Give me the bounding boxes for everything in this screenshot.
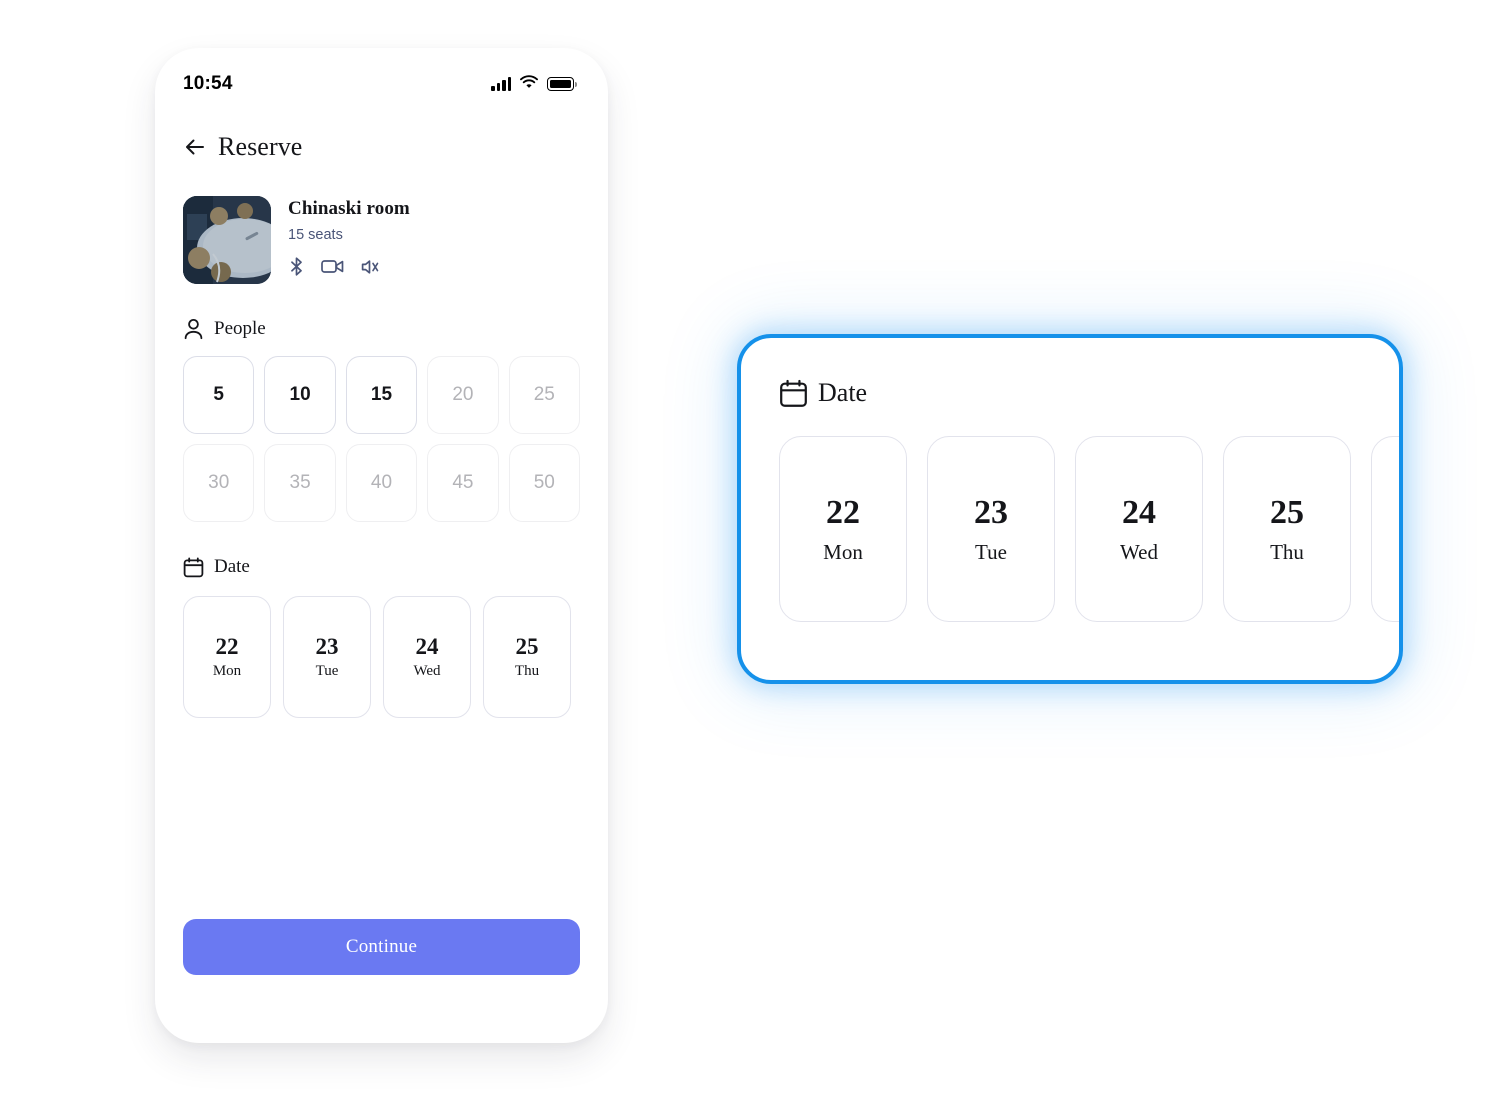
room-details: Chinaski room 15 seats	[288, 196, 410, 284]
date-card-weekday: Mon	[212, 663, 242, 679]
people-option-40: 40	[345, 444, 418, 522]
calendar-icon	[183, 557, 204, 578]
date-card-list: 22 Mon 23 Tue 24 Wed 25 Thu	[183, 596, 580, 718]
people-options-grid: 5 10 15 20 25 30 35 40 45 50	[183, 356, 580, 522]
callout-content: Date 22 Mon 23 Tue 24 Wed 25 Thu	[741, 338, 1399, 622]
battery-full-icon	[547, 77, 577, 91]
date-card-weekday: Mon	[823, 539, 863, 564]
date-card-daynum: 23	[315, 634, 339, 659]
screen-header: Reserve	[183, 132, 580, 162]
people-option-35: 35	[264, 444, 336, 522]
people-option-20: 20	[427, 356, 499, 434]
people-option-50: 50	[508, 444, 580, 522]
date-card-weekday: Tue	[975, 539, 1007, 564]
date-card-daynum: 24	[415, 634, 439, 659]
calendar-icon	[779, 379, 808, 408]
date-label: Date	[214, 556, 250, 577]
date-card-weekday: Wed	[1120, 539, 1158, 564]
callout-date-card-23[interactable]: 23 Tue	[927, 436, 1055, 622]
phone-screen-body: Reserve Chinaski room 15 seats People 5 …	[155, 132, 608, 718]
room-thumbnail	[183, 196, 271, 284]
date-section-label: Date	[183, 556, 580, 578]
callout-date-card-22[interactable]: 22 Mon	[779, 436, 907, 622]
people-option-30: 30	[183, 444, 255, 522]
date-card-23[interactable]: 23 Tue	[283, 596, 371, 718]
bluetooth-icon	[288, 257, 305, 276]
people-option-25: 25	[508, 356, 580, 434]
date-card-daynum: 25	[1270, 493, 1304, 531]
continue-button[interactable]: Continue	[183, 919, 580, 975]
callout-date-card-25[interactable]: 25 Thu	[1223, 436, 1351, 622]
cellular-signal-icon	[491, 77, 511, 91]
date-card-daynum: 23	[974, 493, 1008, 531]
date-card-weekday: Thu	[514, 663, 540, 679]
date-card-daynum: 25	[515, 634, 539, 659]
status-bar-icons	[491, 74, 577, 94]
date-card-daynum: 22	[215, 634, 239, 659]
room-name: Chinaski room	[288, 198, 410, 219]
people-option-15[interactable]: 15	[345, 356, 418, 434]
room-summary: Chinaski room 15 seats	[183, 196, 580, 284]
people-label: People	[214, 318, 266, 339]
date-card-weekday: Tue	[315, 663, 339, 679]
people-option-5[interactable]: 5	[183, 356, 255, 434]
date-card-daynum: 22	[826, 493, 860, 531]
phone-mockup: 10:54 Reserve Chinaski room 15 seats Peo…	[155, 48, 608, 1043]
wifi-icon	[520, 74, 538, 94]
people-option-45: 45	[427, 444, 499, 522]
page-title: Reserve	[218, 132, 303, 161]
callout-date-label: Date	[818, 378, 868, 407]
date-card-weekday: Thu	[1270, 539, 1304, 564]
date-scroller[interactable]: 22 Mon 23 Tue 24 Wed 25 Thu	[183, 596, 580, 718]
person-icon	[183, 318, 204, 340]
back-arrow-icon[interactable]	[183, 135, 207, 159]
status-bar: 10:54	[155, 48, 608, 104]
video-camera-icon	[321, 258, 344, 275]
status-bar-time: 10:54	[183, 73, 233, 94]
date-card-22[interactable]: 22 Mon	[183, 596, 271, 718]
callout-date-section-label: Date	[779, 378, 1399, 408]
callout-date-card-24[interactable]: 24 Wed	[1075, 436, 1203, 622]
callout-date-scroller[interactable]: 22 Mon 23 Tue 24 Wed 25 Thu	[779, 436, 1399, 622]
date-card-24[interactable]: 24 Wed	[383, 596, 471, 718]
people-section-label: People	[183, 318, 580, 340]
room-seat-count: 15 seats	[288, 227, 343, 243]
date-card-daynum: 24	[1122, 493, 1156, 531]
date-card-weekday: Wed	[413, 663, 441, 679]
people-option-10[interactable]: 10	[264, 356, 336, 434]
callout-date-card-list: 22 Mon 23 Tue 24 Wed 25 Thu	[779, 436, 1399, 622]
callout-date-card-26[interactable]: 26 Fri	[1371, 436, 1399, 622]
room-amenities	[288, 257, 410, 276]
screenshot-stage: 10:54 Reserve Chinaski room 15 seats Peo…	[0, 0, 1500, 1100]
date-section-callout: Date 22 Mon 23 Tue 24 Wed 25 Thu	[737, 334, 1403, 684]
date-card-25[interactable]: 25 Thu	[483, 596, 571, 718]
speaker-muted-icon	[360, 258, 379, 276]
